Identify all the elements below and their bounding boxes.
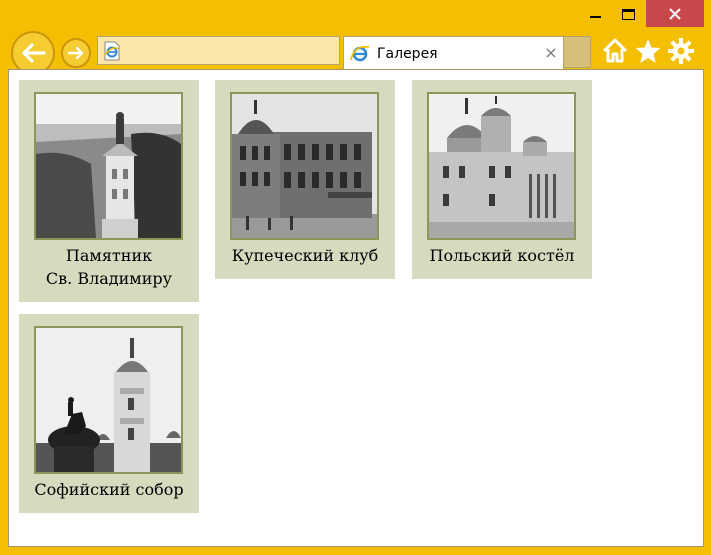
tab-title: Галерея [377,46,438,62]
arrow-left-icon [22,43,46,63]
address-bar [97,36,429,65]
caption-line: Св. Владимиру [45,269,173,288]
close-icon [669,7,681,20]
home-icon[interactable] [601,37,629,65]
gallery-caption: Памятник Св. Владимиру [19,244,199,290]
forward-button[interactable] [61,38,91,68]
sophia-cathedral-photo[interactable] [34,326,183,474]
arrow-right-icon [67,46,84,60]
caption-line: Купеческий клуб [231,246,379,265]
page-content: Памятник Св. Владимиру Купеческий клуб П… [8,69,704,547]
minimize-button[interactable] [578,0,612,28]
merchants-club-photo[interactable] [230,92,379,240]
gallery-caption: Купеческий клуб [215,244,395,267]
gallery-caption: Софийский собор [19,478,199,501]
gallery-item[interactable]: Польский костёл [412,80,592,279]
gallery-item[interactable]: Памятник Св. Владимиру [19,80,199,302]
minimize-icon [589,16,601,18]
tab-gallery[interactable]: Галерея × [343,36,564,69]
ie-icon [350,45,370,62]
gallery-item[interactable]: Купеческий клуб [215,80,395,279]
new-tab-button[interactable] [564,36,591,68]
address-input[interactable] [124,39,260,62]
vladimir-monument-photo[interactable] [34,92,183,240]
gear-icon[interactable] [667,37,695,65]
maximize-icon [621,8,635,20]
page-icon [104,41,120,61]
tab-close-button[interactable]: × [542,43,560,63]
gallery-item[interactable]: Софийский собор [19,314,199,513]
maximize-button[interactable] [612,0,644,28]
caption-line: Польский костёл [429,246,575,265]
favorites-star-icon[interactable] [634,37,662,65]
close-window-button[interactable] [646,0,704,27]
caption-line: Софийский собор [34,480,184,499]
polish-church-photo[interactable] [427,92,576,240]
caption-line: Памятник [65,246,153,265]
browser-window: Галерея × Памятник Св. Владимиру Купечес… [0,0,711,555]
gallery-caption: Польский костёл [412,244,592,267]
